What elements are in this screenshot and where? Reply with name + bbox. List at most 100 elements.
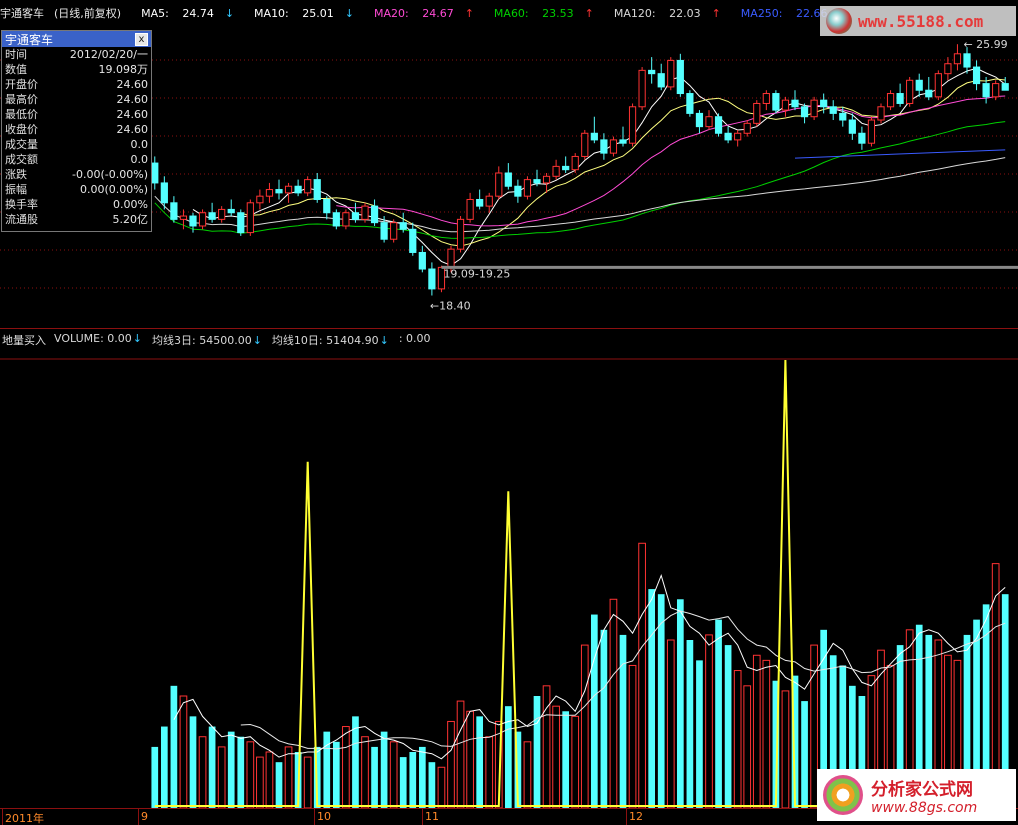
candle-body xyxy=(246,202,254,234)
info-key: 数值 xyxy=(5,63,27,76)
ma250-line xyxy=(794,149,1006,159)
volume-bar xyxy=(389,741,398,808)
volume-item-label: 均线10日: xyxy=(271,334,323,347)
info-key: 开盘价 xyxy=(5,78,38,91)
candle-body xyxy=(562,165,570,171)
candle-body xyxy=(208,212,216,220)
volume-bar xyxy=(399,757,407,808)
candle-body xyxy=(791,99,799,108)
volume-indicator-values: VOLUME: 0.00↓ 均线3日: 54500.00↓ 均线10日: 51404… xyxy=(54,332,431,348)
info-value: 0.0 xyxy=(130,153,149,166)
volume-item-value: 54500.00 xyxy=(195,334,252,347)
volume-bar xyxy=(628,664,637,808)
candle-body xyxy=(418,251,426,270)
info-box-title: 宇通客车 xyxy=(5,32,54,47)
volume-bar xyxy=(715,619,722,808)
candle-body xyxy=(218,208,226,220)
volume-bar xyxy=(686,640,694,808)
candle-body xyxy=(189,215,197,227)
low-price-label: ←18.40 xyxy=(430,300,471,313)
x-axis-tick xyxy=(422,809,423,825)
candle-body xyxy=(772,93,780,111)
price-chart[interactable]: ←18.40 19.09-19.25 ← 25.99 xyxy=(0,0,1018,330)
info-value: 0.0 xyxy=(130,138,149,151)
info-value: 19.098万 xyxy=(98,63,149,76)
volume-item-value: 0.00 xyxy=(103,332,132,345)
volume-bar xyxy=(160,726,168,808)
candle-body xyxy=(304,179,312,194)
info-key: 最高价 xyxy=(5,93,38,106)
volume-bar xyxy=(781,690,790,808)
candle-body xyxy=(829,106,837,114)
info-row: 振幅 0.00(0.00%) xyxy=(2,182,151,197)
volume-title-bar: 地量买入 VOLUME: 0.00↓ 均线3日: 54500.00↓ 均线10日: … xyxy=(2,332,431,348)
candle-body xyxy=(648,69,656,75)
x-axis-label: 2011年 xyxy=(5,812,44,825)
volume-bar xyxy=(705,634,713,808)
volume-bar xyxy=(227,731,235,808)
candle-body xyxy=(571,155,579,171)
info-value: 2012/02/20/一 xyxy=(69,48,148,61)
range-label: 19.09-19.25 xyxy=(443,267,510,280)
flower-logo-icon xyxy=(823,775,863,815)
volume-item: 均线10日: 51404.90↓ xyxy=(272,332,389,348)
info-box-header[interactable]: 宇通客车 x xyxy=(2,31,151,47)
candle-body xyxy=(476,198,484,207)
candle-body xyxy=(886,93,895,108)
arrow-down-icon: ↓ xyxy=(252,334,262,347)
watermark-top: www.55188.com xyxy=(820,6,1016,36)
info-value: 5.20亿 xyxy=(112,213,149,226)
candle-body xyxy=(686,93,694,114)
info-row: 最高价 24.60 xyxy=(2,92,151,107)
candle-body xyxy=(724,132,732,141)
volume-bar xyxy=(523,741,532,808)
volume-bar xyxy=(428,762,436,808)
volume-bar xyxy=(332,741,340,808)
watermark-bottom-cn: 分析家公式网 xyxy=(871,779,973,800)
volume-item-label: 均线3日: xyxy=(152,334,196,347)
volume-bar xyxy=(676,599,684,808)
volume-bar xyxy=(352,716,359,808)
volume-bar xyxy=(733,670,742,808)
candle-body xyxy=(313,179,321,200)
volume-bar xyxy=(198,736,207,808)
candle-body xyxy=(638,69,646,108)
candle-body xyxy=(915,79,923,91)
close-icon[interactable]: x xyxy=(135,32,148,46)
candle-body xyxy=(284,185,293,194)
volume-chart[interactable] xyxy=(0,348,1018,808)
candle-body xyxy=(351,212,360,220)
info-value: 24.60 xyxy=(116,78,149,91)
candle-body xyxy=(428,268,436,290)
panel-separator xyxy=(0,328,1018,329)
volume-bar xyxy=(437,766,446,808)
candle-body xyxy=(198,212,207,227)
volume-bar xyxy=(256,756,264,808)
volume-bar xyxy=(217,746,226,808)
info-tooltip-box[interactable]: 宇通客车 x 时间 2012/02/20/一 数值 19.098万 开盘价 24.60 最高… xyxy=(1,30,152,232)
volume-item-value: 0.00 xyxy=(402,332,431,345)
volume-bar xyxy=(552,705,560,808)
info-row: 时间 2012/02/20/一 xyxy=(2,47,151,62)
volume-bar xyxy=(170,685,178,808)
candle-body xyxy=(963,53,971,68)
volume-ma3-line xyxy=(173,573,1006,760)
volume-bar xyxy=(303,756,312,808)
candle-body xyxy=(151,162,159,184)
candle-body xyxy=(705,116,713,128)
candle-body xyxy=(667,59,675,88)
volume-bar xyxy=(801,701,808,808)
x-axis-tick xyxy=(626,809,627,825)
candle-body xyxy=(953,53,962,65)
candle-body xyxy=(820,99,828,108)
candle-body xyxy=(848,119,856,134)
volume-bar xyxy=(600,629,608,808)
arrow-down-icon: ↓ xyxy=(379,334,389,347)
candle-body xyxy=(877,106,885,121)
candle-body xyxy=(342,212,350,227)
info-key: 时间 xyxy=(5,48,27,61)
volume-bar xyxy=(371,746,378,808)
info-row: 收盘价 24.60 xyxy=(2,122,151,137)
candle-body xyxy=(294,185,302,194)
candle-body xyxy=(762,93,770,104)
